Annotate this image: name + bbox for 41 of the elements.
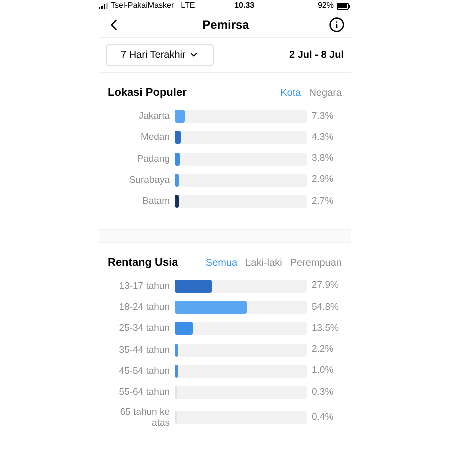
row-label: 35-44 tahun	[118, 344, 171, 356]
network-type: LTE	[181, 0, 196, 12]
battery-percent: 92%	[318, 0, 334, 12]
section-title: Rentang Usia	[108, 256, 178, 271]
filter-tab[interactable]: Negara	[309, 86, 342, 101]
clock-time: 10.33	[234, 0, 255, 12]
percent-value: 3.8%	[312, 152, 334, 166]
filter-tab[interactable]: Kota	[280, 86, 302, 101]
percent-value: 7.3%	[312, 110, 334, 124]
battery-icon	[336, 2, 351, 10]
row-label: 45-54 tahun	[118, 366, 171, 377]
row-label: Jakarta	[138, 111, 171, 122]
percent-value: 1.0%	[312, 364, 334, 378]
percent-value: 0.4%	[312, 410, 334, 425]
signal-icon	[99, 3, 108, 9]
percent-value: 54.8%	[312, 300, 339, 314]
percent-value: 27.9%	[312, 279, 339, 294]
percent-value: 2.7%	[312, 194, 334, 208]
row-label: 55-64 tahun	[118, 387, 171, 398]
row-label: Batam	[142, 196, 171, 208]
percent-value: 13.5%	[312, 322, 339, 336]
percent-value: 2.9%	[312, 173, 334, 188]
filter-tab[interactable]: Semua	[206, 256, 238, 270]
row-label: 13-17 tahun	[118, 280, 171, 292]
row-label: Surabaya	[128, 174, 171, 186]
row-label: Medan	[140, 132, 171, 144]
percent-value: 0.3%	[312, 386, 334, 400]
percent-value: 4.3%	[312, 130, 334, 145]
info-icon[interactable]	[328, 16, 345, 32]
percent-value: 2.2%	[312, 343, 334, 357]
row-label: 65 tahun ke atas	[119, 406, 171, 429]
row-label: Padang	[136, 154, 171, 165]
carrier-name: Tsel-PakaiMasker	[111, 0, 174, 12]
filter-tab[interactable]: Laki-laki	[246, 256, 282, 270]
row-label: 25-34 tahun	[118, 323, 171, 334]
section-title: Lokasi Populer	[108, 86, 187, 101]
row-label: 18-24 tahun	[118, 302, 171, 314]
page-title: Pemirsa	[202, 16, 250, 34]
period-dropdown[interactable]: 7 Hari Terakhir	[106, 44, 214, 66]
filter-tab[interactable]: Perempuan	[290, 256, 342, 270]
date-range: 2 Jul - 8 Jul	[290, 48, 344, 62]
